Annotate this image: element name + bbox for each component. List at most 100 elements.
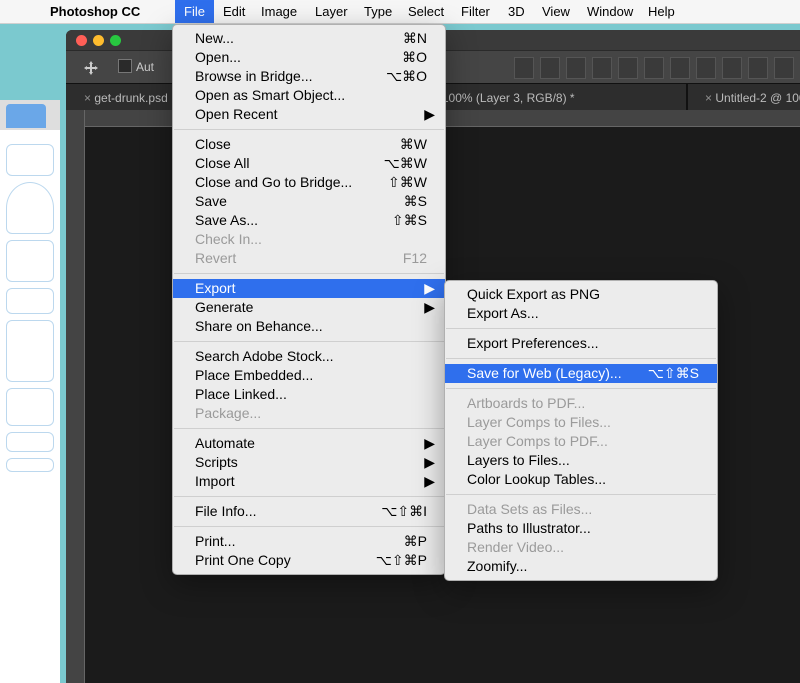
traffic-light-minimize[interactable] [93,35,104,46]
menubar-item-type[interactable]: Type [355,0,401,23]
menubar-item-view[interactable]: View [533,0,579,23]
traffic-light-zoom[interactable] [110,35,121,46]
document-tab-label: get-drunk.psd [94,91,167,105]
close-tab-icon[interactable]: × [705,91,712,105]
menu-item-label: Search Adobe Stock... [195,348,334,364]
export-menu-item-zoomify[interactable]: Zoomify... [445,557,717,576]
export-menu-item-save-for-web-legacy[interactable]: Save for Web (Legacy)...⌥⇧⌘S [445,364,717,383]
menu-item-label: Color Lookup Tables... [467,471,606,487]
document-tab[interactable]: × get-drunk.psd [66,84,182,112]
menu-item-label: Save As... [195,212,258,228]
menubar-item-help[interactable]: Help [639,0,684,23]
align-button[interactable] [540,57,560,79]
menu-item-label: Layers to Files... [467,452,570,468]
menubar-item-window[interactable]: Window [578,0,642,23]
file-menu-item-search-adobe-stock[interactable]: Search Adobe Stock... [173,347,445,366]
file-menu-item-open[interactable]: Open...⌘O [173,48,445,67]
menu-item-label: Zoomify... [467,558,527,574]
menu-item-label: Layer Comps to Files... [467,414,611,430]
file-menu-item-share-on-behance[interactable]: Share on Behance... [173,317,445,336]
menu-shortcut: ⇧⌘S [392,211,427,230]
menu-item-label: Check In... [195,231,262,247]
file-menu-item-close-and-go-to-bridge[interactable]: Close and Go to Bridge...⇧⌘W [173,173,445,192]
document-tab[interactable]: × Untitled-2 @ 100 [686,84,800,112]
export-menu-item-quick-export-as-png[interactable]: Quick Export as PNG [445,285,717,304]
menu-item-label: Save for Web (Legacy)... [467,365,622,381]
file-menu-item-scripts[interactable]: Scripts ▶ [173,453,445,472]
submenu-arrow-icon: ▶ [424,434,435,453]
menu-shortcut: ⌘O [402,48,427,67]
align-buttons-group [514,57,800,79]
menu-shortcut: ⌥⇧⌘P [376,551,427,570]
export-menu-item-layers-to-files[interactable]: Layers to Files... [445,451,717,470]
menubar-item-3d[interactable]: 3D [499,0,534,23]
align-button[interactable] [670,57,690,79]
align-button[interactable] [644,57,664,79]
menu-shortcut: ⌘S [404,192,427,211]
file-menu-item-print[interactable]: Print...⌘P [173,532,445,551]
file-menu-item-place-linked[interactable]: Place Linked... [173,385,445,404]
submenu-arrow-icon: ▶ [424,472,435,491]
export-menu-item-paths-to-illustrator[interactable]: Paths to Illustrator... [445,519,717,538]
menu-shortcut: ⌘W [400,135,427,154]
file-menu-item-automate[interactable]: Automate▶ [173,434,445,453]
macos-menubar: Photoshop CC FileEditImageLayerTypeSelec… [0,0,800,24]
export-menu-item-layer-comps-to-files: Layer Comps to Files... [445,413,717,432]
submenu-arrow-icon: ▶ [424,453,435,472]
align-button[interactable] [592,57,612,79]
file-menu-item-open-recent[interactable]: Open Recent▶ [173,105,445,124]
background-browser-window [0,100,60,683]
menu-item-label: Package... [195,405,261,421]
menubar-item-layer[interactable]: Layer [306,0,357,23]
menu-separator [174,341,444,342]
file-menu-item-revert: RevertF12 [173,249,445,268]
menubar-item-select[interactable]: Select [399,0,453,23]
file-menu-item-browse-in-bridge[interactable]: Browse in Bridge...⌥⌘O [173,67,445,86]
submenu-arrow-icon: ▶ [424,298,435,317]
menu-separator [446,358,716,359]
menu-item-label: Place Embedded... [195,367,313,383]
align-button[interactable] [618,57,638,79]
ruler-vertical[interactable] [66,110,85,683]
align-button[interactable] [566,57,586,79]
file-menu-item-place-embedded[interactable]: Place Embedded... [173,366,445,385]
file-menu-item-generate[interactable]: Generate▶ [173,298,445,317]
export-menu-item-export-preferences[interactable]: Export Preferences... [445,334,717,353]
auto-select-checkbox[interactable]: Aut [118,59,154,74]
export-menu-item-color-lookup-tables[interactable]: Color Lookup Tables... [445,470,717,489]
align-button[interactable] [748,57,768,79]
file-menu-item-open-as-smart-object[interactable]: Open as Smart Object... [173,86,445,105]
file-menu-item-close[interactable]: Close⌘W [173,135,445,154]
file-menu-item-new[interactable]: New...⌘N [173,29,445,48]
move-tool-icon[interactable] [84,61,98,75]
menubar-item-file[interactable]: File [175,0,214,23]
file-menu-item-print-one-copy[interactable]: Print One Copy⌥⇧⌘P [173,551,445,570]
menu-separator [446,328,716,329]
file-menu-item-close-all[interactable]: Close All⌥⌘W [173,154,445,173]
align-button[interactable] [774,57,794,79]
menubar-item-filter[interactable]: Filter [452,0,499,23]
menu-item-label: Import [195,473,235,489]
align-button[interactable] [696,57,716,79]
file-menu-item-save-as[interactable]: Save As... ⇧⌘S [173,211,445,230]
submenu-arrow-icon: ▶ [424,105,435,124]
file-menu-item-save[interactable]: Save⌘S [173,192,445,211]
traffic-light-close[interactable] [76,35,87,46]
file-menu-item-import[interactable]: Import ▶ [173,472,445,491]
menu-item-label: Layer Comps to PDF... [467,433,608,449]
menu-shortcut: ⌥⌘W [384,154,427,173]
close-tab-icon[interactable]: × [84,91,91,105]
file-menu-item-export[interactable]: Export▶ [173,279,445,298]
align-button[interactable] [514,57,534,79]
menu-item-label: Scripts [195,454,238,470]
menu-item-label: Open as Smart Object... [195,87,345,103]
align-button[interactable] [722,57,742,79]
menubar-item-edit[interactable]: Edit [214,0,254,23]
menu-item-label: Share on Behance... [195,318,323,334]
app-name[interactable]: Photoshop CC [50,4,140,19]
file-menu-item-file-info[interactable]: File Info...⌥⇧⌘I [173,502,445,521]
menu-item-label: Export [195,280,235,296]
export-menu-item-export-as[interactable]: Export As... [445,304,717,323]
menu-item-label: Print... [195,533,235,549]
menubar-item-image[interactable]: Image [252,0,306,23]
